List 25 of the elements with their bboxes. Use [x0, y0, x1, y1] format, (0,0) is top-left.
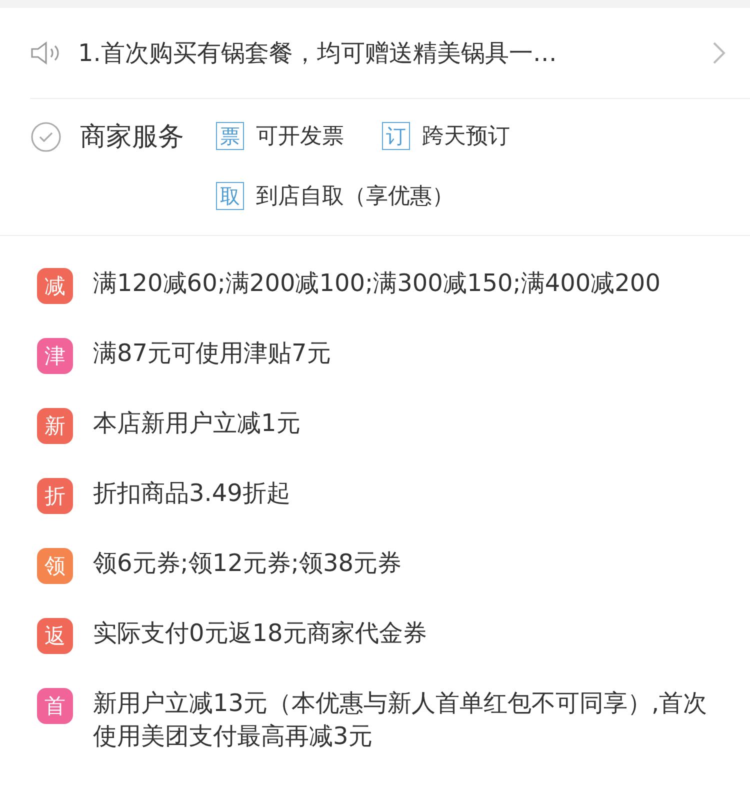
offer-badge: 折	[37, 478, 73, 514]
service-label: 跨天预订	[422, 123, 510, 151]
service-label: 可开发票	[256, 123, 344, 151]
offer-text: 本店新用户立减1元	[93, 408, 300, 439]
service-label: 到店自取（享优惠）	[256, 183, 454, 211]
offer-badge: 津	[37, 338, 73, 374]
offer-badge: 新	[37, 408, 73, 444]
service-badge: 订	[382, 122, 410, 150]
offer-text: 满87元可使用津贴7元	[93, 338, 331, 369]
offer-badge: 减	[37, 268, 73, 304]
offer-badge: 领	[37, 548, 73, 584]
offer-text: 折扣商品3.49折起	[93, 478, 290, 509]
services-title: 商家服务	[80, 121, 184, 154]
check-circle-icon	[30, 121, 62, 153]
offer-text: 新用户立减13元（本优惠与新人首单红包不可同享）,首次使用美团支付最高再减3元	[93, 688, 708, 752]
service-badge: 取	[216, 182, 244, 210]
offer-badge: 首	[37, 688, 73, 724]
offer-badge: 返	[37, 618, 73, 654]
offer-text: 领6元券;领12元券;领38元券	[93, 548, 402, 579]
speaker-icon	[30, 40, 62, 66]
offer-text: 实际支付0元返18元商家代金券	[93, 618, 427, 649]
offer-text: 满120减60;满200减100;满300减150;满400减200	[93, 268, 660, 299]
notice-text[interactable]: 1.首次购买有锅套餐，均可赠送精美锅具一…	[78, 37, 712, 69]
chevron-right-icon[interactable]	[712, 41, 726, 65]
service-badge: 票	[216, 122, 244, 150]
